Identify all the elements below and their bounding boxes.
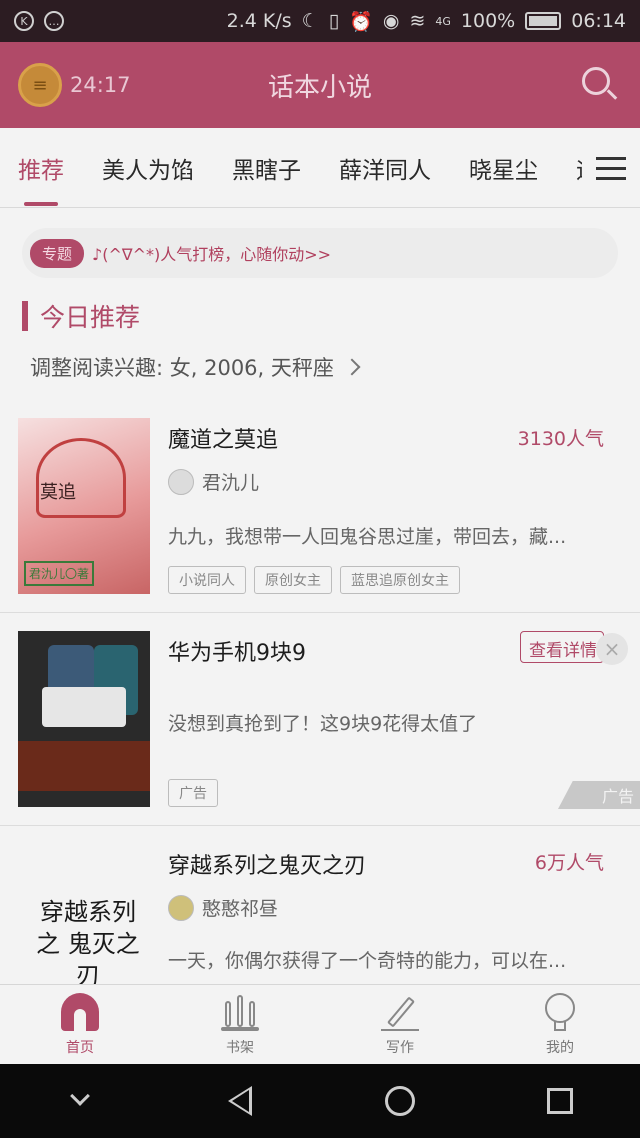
cover-title: 莫追	[40, 482, 76, 503]
nav-write[interactable]: 写作	[320, 985, 480, 1064]
menu-icon[interactable]	[582, 128, 640, 207]
ad-desc: 没想到真抢到了！这9块9花得太值了	[168, 713, 478, 735]
topic-text: ♪(^∇^*)人气打榜，心随你动>>	[92, 245, 332, 264]
avatar	[168, 468, 194, 495]
chevron-down-icon	[70, 1086, 90, 1106]
book-cover: 穿越系列 之 鬼灭之刃	[18, 840, 150, 984]
status-right: 2.4 K/s ☾ ▯ ⏰ ◉ ≋ 4G 100% 06:14	[227, 10, 626, 33]
topic-banner[interactable]: 专题 ♪(^∇^*)人气打榜，心随你动>>	[22, 228, 618, 278]
moon-icon: ☾	[301, 10, 319, 32]
tab-xueyang[interactable]: 薛洋同人	[339, 128, 431, 207]
interest-setting[interactable]: 调整阅读兴趣: 女, 2006, 天秤座	[30, 352, 361, 382]
tag[interactable]: 原创女主	[254, 566, 332, 594]
ad-tag: 广告	[168, 779, 218, 807]
book-title: 魔道之莫追	[168, 428, 279, 453]
reading-timer: 24:17	[70, 73, 131, 97]
book-desc: 九九，我想带一人回鬼谷思过崖，带回去，藏...	[168, 526, 567, 548]
nav-bookshelf[interactable]: 书架	[160, 985, 320, 1064]
k-app-icon: K	[14, 11, 34, 31]
square-icon	[547, 1088, 573, 1114]
coin-icon[interactable]: ≡	[18, 63, 62, 107]
section-title-text: 今日推荐	[40, 303, 141, 332]
author-name: 君氿儿	[202, 472, 260, 494]
book-popularity: 6万人气	[534, 852, 604, 874]
profile-icon	[541, 992, 579, 1031]
ad-tags: 广告	[168, 779, 218, 807]
avatar	[168, 894, 194, 921]
book-popularity: 3130人气	[517, 428, 604, 450]
signal-icon: 4G	[435, 14, 451, 28]
book-item[interactable]: 莫追 君氿儿〇著 魔道之莫追 3130人气 君氿儿 九九，我想带一人回鬼谷思过崖…	[0, 402, 640, 613]
topic-badge: 专题	[30, 238, 85, 268]
book-desc: 一天，你偶尔获得了一个奇特的能力，可以在...	[168, 950, 567, 972]
pen-icon	[381, 993, 419, 1031]
ad-image	[18, 631, 150, 807]
ad-item[interactable]: 华为手机9块9 查看详情 × 没想到真抢到了！这9块9花得太值了 广告 广告	[0, 613, 640, 826]
nav-label: 写作	[386, 1039, 414, 1056]
vibrate-icon: ▯	[328, 10, 340, 32]
bookshelf-icon	[221, 993, 259, 1031]
category-tabs: 推荐 美人为馅 黑瞎子 薛洋同人 晓星尘 迪	[0, 128, 640, 208]
book-author: 君氿儿	[168, 468, 259, 495]
hide-nav-button[interactable]	[60, 1081, 100, 1121]
home-button[interactable]	[380, 1081, 420, 1121]
battery-icon	[525, 12, 562, 30]
battery-percent: 100%	[460, 10, 516, 32]
tab-recommend[interactable]: 推荐	[18, 128, 64, 207]
cover-handwriting: 穿越系列 之 鬼灭之刃	[36, 898, 140, 984]
clock: 06:14	[571, 10, 626, 32]
status-bar: K … 2.4 K/s ☾ ▯ ⏰ ◉ ≋ 4G 100% 06:14	[0, 0, 640, 42]
bottom-nav: 首页 书架 写作 我的	[0, 984, 640, 1064]
system-nav-bar	[0, 1064, 640, 1138]
author-name: 憨憨祁昼	[202, 898, 279, 920]
chat-bubble-icon: …	[44, 11, 64, 31]
book-title: 穿越系列之鬼灭之刃	[168, 854, 367, 879]
chevron-right-icon	[343, 358, 361, 376]
nav-home[interactable]: 首页	[0, 985, 160, 1064]
book-author: 憨憨祁昼	[168, 894, 278, 921]
tab-heixiazi[interactable]: 黑瞎子	[232, 128, 301, 207]
nav-profile[interactable]: 我的	[480, 985, 640, 1064]
eye-icon: ◉	[382, 10, 400, 32]
status-left: K …	[14, 11, 64, 31]
nav-label: 首页	[66, 1039, 94, 1056]
nav-label: 书架	[226, 1039, 254, 1056]
close-ad-icon[interactable]: ×	[596, 633, 628, 665]
search-button[interactable]	[578, 63, 622, 107]
view-details-button[interactable]: 查看详情	[520, 631, 604, 663]
app-header: ≡ 24:17 话本小说	[0, 42, 640, 128]
alarm-icon: ⏰	[349, 10, 373, 33]
network-speed: 2.4 K/s	[226, 10, 292, 32]
back-icon	[228, 1086, 252, 1116]
tag[interactable]: 蓝思追原创女主	[340, 566, 460, 594]
section-title: 今日推荐	[22, 298, 140, 334]
tab-xiaoxingchen[interactable]: 晓星尘	[469, 128, 538, 207]
cover-signature: 君氿儿〇著	[24, 561, 95, 586]
tag[interactable]: 小说同人	[168, 566, 246, 594]
home-icon	[61, 992, 99, 1031]
section-bar	[22, 301, 28, 331]
ad-title: 华为手机9块9	[168, 641, 306, 666]
book-tags: 小说同人 原创女主 蓝思追原创女主	[168, 566, 460, 594]
recents-button[interactable]	[540, 1081, 580, 1121]
interest-text: 调整阅读兴趣: 女, 2006, 天秤座	[30, 356, 334, 380]
tab-meirenweixian[interactable]: 美人为馅	[102, 128, 194, 207]
nav-label: 我的	[546, 1039, 574, 1056]
circle-icon	[385, 1086, 415, 1116]
book-item[interactable]: 穿越系列 之 鬼灭之刃 穿越系列之鬼灭之刃 6万人气 憨憨祁昼 一天，你偶尔获得…	[0, 826, 640, 984]
ad-mark: 广告	[558, 781, 640, 809]
back-button[interactable]	[220, 1081, 260, 1121]
wifi-icon: ≋	[409, 10, 426, 32]
book-cover: 莫追 君氿儿〇著	[18, 418, 150, 594]
